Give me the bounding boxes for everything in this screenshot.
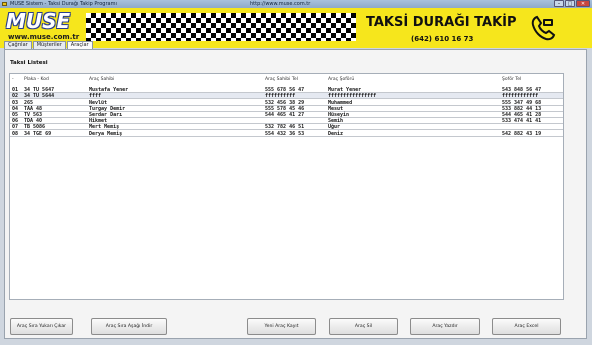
phone-icon	[531, 15, 556, 41]
cell-plate: 34 TGE 69	[24, 130, 52, 137]
column-header-owner[interactable]: Araç Sahibi	[89, 77, 114, 82]
column-header-index[interactable]: -	[12, 77, 14, 82]
column-header-driver-phone[interactable]: Şoför Tel	[502, 77, 521, 82]
excel-vehicle-button[interactable]: Araç Excel	[492, 318, 561, 335]
tab-vehicles[interactable]: Araçlar	[66, 41, 93, 49]
window-titlebar: MUSE Sistem - Taksi Durağı Takip Program…	[0, 0, 592, 8]
app-title: TAKSİ DURAĞI TAKİP	[366, 15, 517, 30]
print-vehicle-button[interactable]: Araç Yazdır	[410, 318, 480, 335]
tab-calls[interactable]: Çağrılar	[4, 41, 32, 49]
cell-driver-phone: 542 882 43 19	[502, 130, 542, 137]
move-up-button[interactable]: Araç Sıra Yukarı Çıkar	[10, 318, 73, 335]
column-header-owner-phone[interactable]: Araç Sahibi Tel	[265, 77, 298, 82]
window-controls: – □ ✕	[554, 0, 590, 8]
cell-owner-phone: 554 432 36 53	[265, 130, 305, 137]
main-tabs: Çağrılar Müşteriler Araçlar	[4, 41, 94, 49]
delete-vehicle-button[interactable]: Araç Sil	[329, 318, 398, 335]
logo-text: MUSE	[6, 9, 71, 33]
taxi-app-icon	[2, 2, 7, 6]
cell-driver: Deniz	[328, 130, 344, 137]
column-header-driver[interactable]: Araç Şoförü	[328, 77, 354, 82]
taxi-table[interactable]: - Plaka - Kod Araç Sahibi Araç Sahibi Te…	[9, 73, 564, 300]
logo-url: www.muse.com.tr	[8, 33, 80, 41]
maximize-button[interactable]: □	[565, 0, 575, 7]
move-down-button[interactable]: Araç Sıra Aşağı İndir	[91, 318, 167, 335]
tab-customers[interactable]: Müşteriler	[32, 41, 66, 49]
panel-title: Taksi Listesi	[10, 60, 48, 66]
table-row[interactable]: 08 34 TGE 69 Derya Memiş 554 432 36 53 D…	[10, 130, 563, 137]
checkered-banner	[86, 13, 356, 41]
window-title: MUSE Sistem - Taksi Durağı Takip Program…	[10, 1, 117, 7]
window-url: http://www.muse.com.tr	[250, 1, 311, 7]
minimize-button[interactable]: –	[554, 0, 564, 7]
vehicles-panel: Taksi Listesi - Plaka - Kod Araç Sahibi …	[4, 49, 587, 339]
cell-index: 08	[12, 130, 19, 137]
table-header: - Plaka - Kod Araç Sahibi Araç Sahibi Te…	[10, 74, 563, 84]
column-header-plate[interactable]: Plaka - Kod	[24, 77, 49, 82]
new-vehicle-button[interactable]: Yeni Araç Kayıt	[247, 318, 316, 335]
cell-owner: Derya Memiş	[89, 130, 123, 137]
app-phone: (642) 610 16 73	[411, 35, 474, 43]
close-button[interactable]: ✕	[576, 0, 590, 7]
